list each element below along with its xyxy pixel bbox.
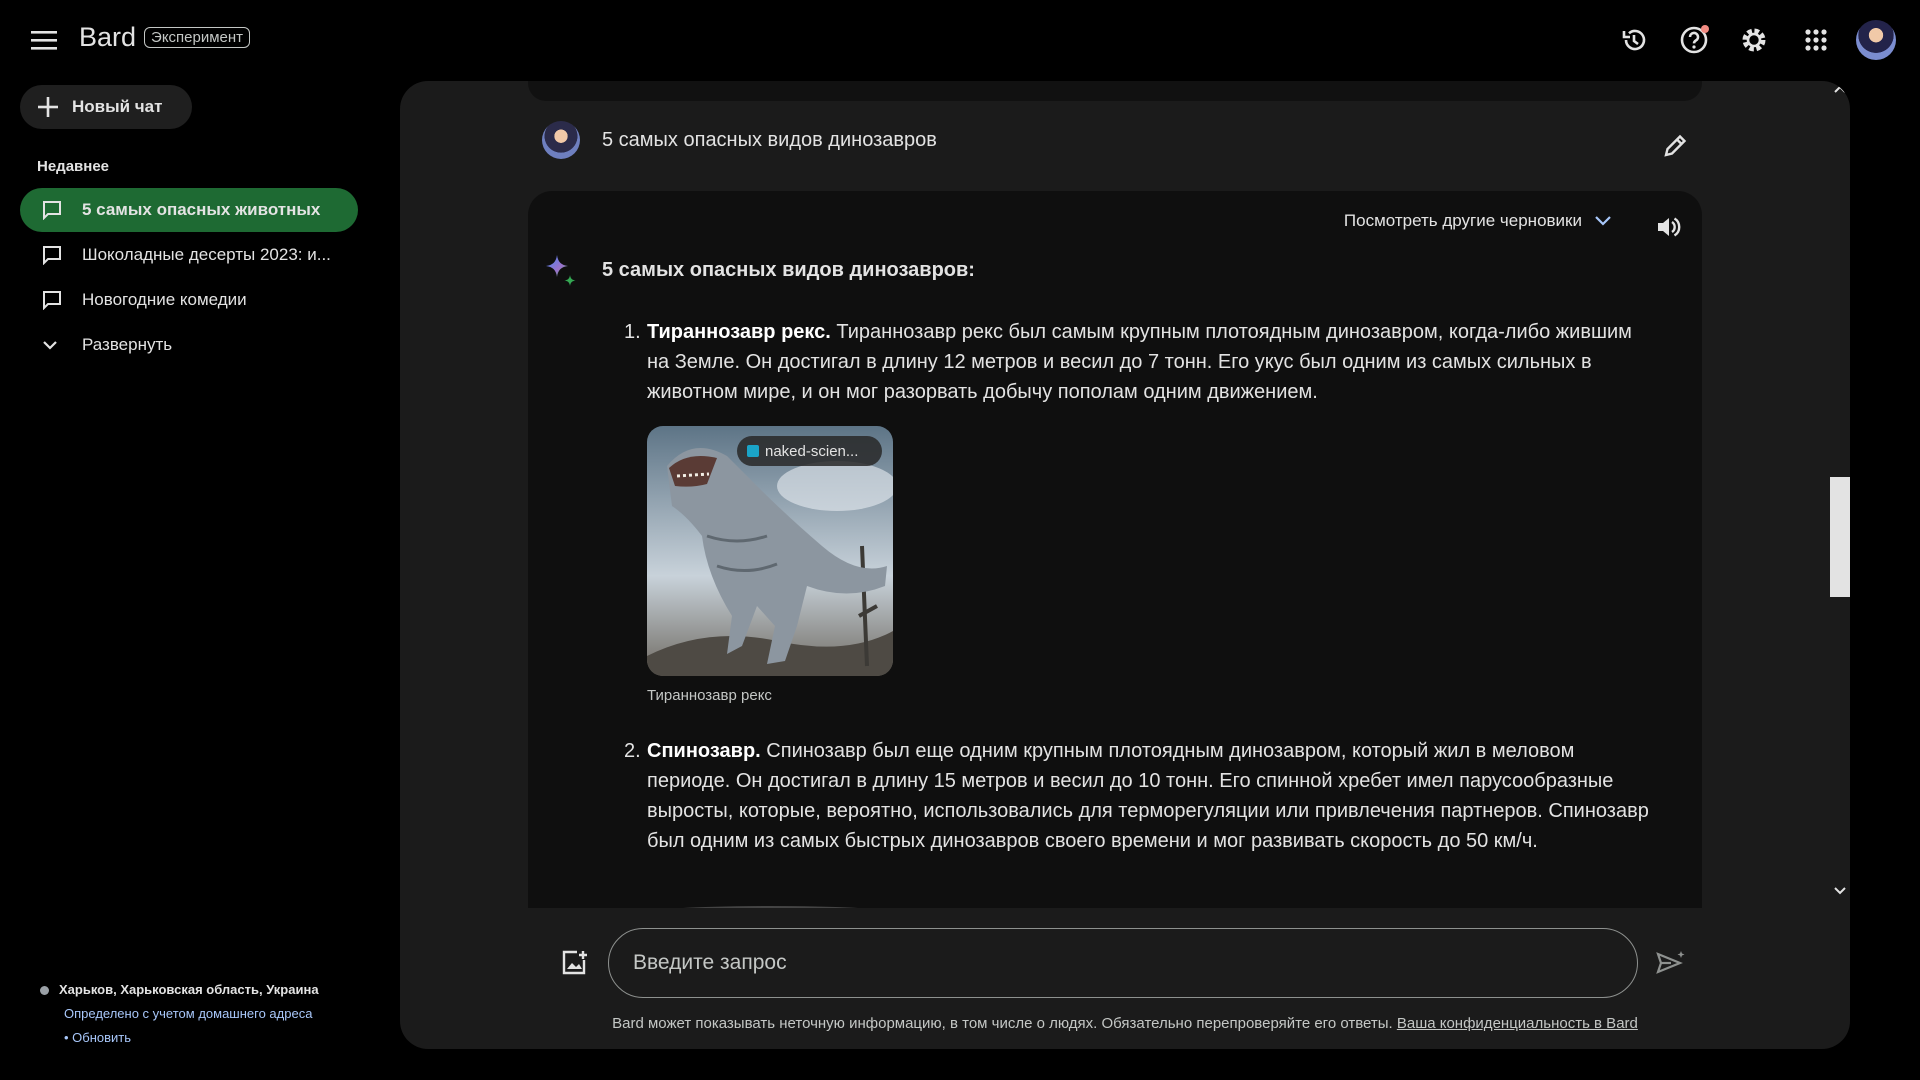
sidebar-item-dangerous-animals[interactable]: 5 самых опасных животных — [20, 188, 358, 232]
location-info: Харьков, Харьковская область, Украина Оп… — [40, 978, 319, 1050]
scroll-up-icon[interactable] — [1834, 85, 1846, 93]
bard-sparkle-icon — [542, 253, 578, 289]
plus-icon — [38, 97, 58, 117]
image-source-label: naked-scien... — [765, 442, 859, 460]
chat-area: 5 самых опасных видов динозавров Посмотр… — [528, 81, 1702, 908]
list-item: Тираннозавр рекс. Тираннозавр рекс был с… — [647, 317, 1657, 407]
image-upload-icon[interactable] — [560, 949, 588, 977]
list-item-text: Спинозавр был еще одним крупным плотоядн… — [647, 740, 1649, 852]
edit-icon[interactable] — [1655, 126, 1695, 166]
brand[interactable]: Bard Эксперимент — [79, 22, 251, 53]
help-icon[interactable] — [1674, 20, 1714, 60]
image-source-chip[interactable]: naked-scien... — [737, 436, 882, 466]
brand-name: Bard — [79, 22, 137, 52]
scrollbar-thumb[interactable] — [1830, 477, 1850, 597]
menu-icon[interactable] — [24, 20, 64, 60]
list-item-number: 1. — [624, 321, 641, 343]
settings-icon[interactable] — [1734, 20, 1774, 60]
dinosaur-image[interactable]: naked-scien... — [647, 426, 893, 676]
expand-button[interactable]: Развернуть — [20, 323, 358, 367]
list-item-name: Спинозавр. — [647, 740, 761, 762]
list-item: Спинозавр. Спинозавр был еще одним крупн… — [647, 736, 1657, 856]
send-icon[interactable] — [1650, 943, 1690, 983]
chat-bubble-icon — [43, 201, 61, 220]
disclaimer: Bard может показывать неточную информаци… — [400, 1015, 1850, 1032]
sidebar-item-new-year-comedies[interactable]: Новогодние комедии — [20, 278, 358, 322]
update-location-link[interactable]: Обновить — [72, 1030, 131, 1045]
response-title: 5 самых опасных видов динозавров: — [602, 259, 975, 281]
scroll-down-icon[interactable] — [1834, 887, 1846, 895]
location-update-prefix: • — [64, 1030, 73, 1045]
speaker-icon[interactable] — [1648, 207, 1688, 247]
chevron-down-icon — [43, 341, 57, 350]
sidebar-item-label: Новогодние комедии — [82, 290, 247, 309]
apps-icon[interactable] — [1796, 20, 1836, 60]
view-drafts-button[interactable]: Посмотреть другие черновики — [1344, 211, 1612, 231]
list-item-name: Тираннозавр рекс. — [647, 321, 831, 343]
chevron-down-icon — [1595, 216, 1611, 226]
location-place: Харьков, Харьковская область, Украина — [59, 982, 319, 997]
new-chat-button[interactable]: Новый чат — [20, 85, 192, 129]
privacy-link[interactable]: Ваша конфиденциальность в Bard — [1397, 1015, 1638, 1032]
recent-heading: Недавнее — [37, 158, 110, 175]
location-dot-icon — [40, 985, 49, 995]
new-chat-label: Новый чат — [72, 97, 163, 116]
disclaimer-text: Bard может показывать неточную информаци… — [612, 1015, 1397, 1032]
location-source-link[interactable]: Определено с учетом домашнего адреса — [64, 1006, 312, 1021]
view-drafts-label: Посмотреть другие черновики — [1343, 211, 1582, 230]
chat-bubble-icon — [43, 291, 61, 310]
user-avatar — [542, 121, 580, 159]
image-caption: Тираннозавр рекс — [647, 687, 772, 704]
sidebar-item-label: 5 самых опасных животных — [82, 200, 321, 219]
sidebar-item-chocolate-desserts[interactable]: Шоколадные десерты 2023: и... — [20, 233, 358, 277]
prompt-input[interactable] — [608, 928, 1638, 998]
main-panel: 5 самых опасных видов динозавров Посмотр… — [400, 81, 1850, 1049]
history-icon[interactable] — [1614, 20, 1654, 60]
experiment-badge: Эксперимент — [144, 27, 251, 48]
list-item-number: 2. — [624, 740, 641, 762]
sidebar-item-label: Шоколадные десерты 2023: и... — [82, 245, 331, 264]
chat-bubble-icon — [43, 246, 61, 265]
source-favicon-icon — [747, 445, 759, 457]
user-query: 5 самых опасных видов динозавров — [602, 129, 937, 151]
expand-label: Развернуть — [82, 335, 173, 354]
avatar[interactable] — [1856, 20, 1896, 60]
previous-message-edge — [528, 81, 1702, 101]
